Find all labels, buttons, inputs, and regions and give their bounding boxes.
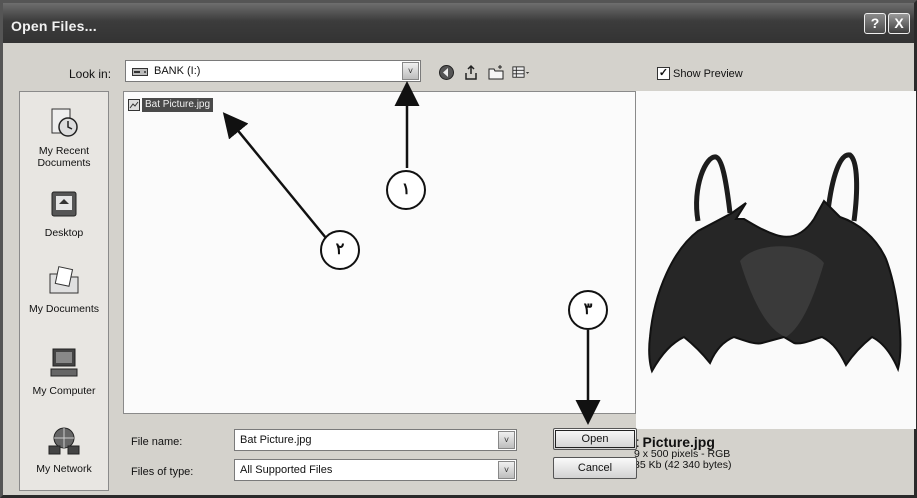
look-in-dropdown[interactable]: BANK (I:) ˅ bbox=[125, 60, 421, 82]
look-in-label: Look in: bbox=[69, 67, 112, 81]
places-item-recent-documents[interactable]: My Recent Documents bbox=[20, 106, 108, 169]
file-name: Bat Picture.jpg bbox=[142, 97, 214, 112]
my-documents-icon bbox=[49, 266, 79, 294]
open-button[interactable]: Open bbox=[553, 428, 637, 450]
checkbox-mark[interactable]: ✓ bbox=[657, 67, 670, 80]
file-name-dropdown-arrow[interactable]: ˅ bbox=[498, 431, 515, 449]
callout-1: ١ bbox=[386, 170, 426, 210]
file-list[interactable]: Bat Picture.jpg bbox=[123, 91, 636, 414]
places-label: My Computer bbox=[32, 385, 96, 397]
dialog-title: Open Files... bbox=[11, 18, 97, 34]
file-name-field[interactable]: Bat Picture.jpg ˅ bbox=[234, 429, 517, 451]
open-files-dialog: Open Files... ? X Look in: BANK (I:) ˅ ✓… bbox=[0, 0, 917, 498]
up-folder-icon[interactable] bbox=[462, 63, 481, 82]
cancel-button[interactable]: Cancel bbox=[553, 457, 637, 479]
preview-info: t Picture.jpg 9 x 500 pixels - RGB 35 Kb… bbox=[634, 435, 731, 471]
close-button[interactable]: X bbox=[888, 13, 910, 34]
files-of-type-value: All Supported Files bbox=[240, 464, 333, 476]
show-preview-label: Show Preview bbox=[673, 67, 743, 80]
new-folder-icon[interactable] bbox=[487, 63, 506, 82]
my-computer-icon bbox=[50, 348, 78, 377]
image-file-icon bbox=[128, 98, 140, 111]
places-item-desktop[interactable]: Desktop bbox=[20, 188, 108, 239]
preview-pane bbox=[636, 91, 916, 429]
desktop-icon bbox=[51, 191, 77, 217]
places-label: My Documents bbox=[28, 303, 100, 315]
file-name-value[interactable]: Bat Picture.jpg bbox=[240, 434, 312, 446]
my-network-icon bbox=[48, 427, 80, 455]
files-of-type-label: Files of type: bbox=[131, 466, 194, 478]
recent-documents-icon bbox=[51, 108, 78, 137]
files-of-type-dropdown-arrow[interactable]: ˅ bbox=[498, 461, 515, 479]
places-label: My Network bbox=[36, 463, 92, 475]
places-bar: My Recent Documents Desktop My Documents bbox=[19, 91, 109, 491]
callout-3: ٣ bbox=[568, 290, 608, 330]
places-item-my-network[interactable]: My Network bbox=[20, 424, 108, 475]
back-icon[interactable] bbox=[437, 63, 456, 82]
look-in-dropdown-arrow[interactable]: ˅ bbox=[402, 62, 419, 80]
preview-file-size: 35 Kb (42 340 bytes) bbox=[634, 459, 732, 471]
help-button[interactable]: ? bbox=[864, 13, 886, 34]
places-item-my-documents[interactable]: My Documents bbox=[20, 264, 108, 315]
file-item-bat-picture[interactable]: Bat Picture.jpg bbox=[128, 97, 214, 112]
views-menu-icon[interactable] bbox=[512, 63, 531, 82]
places-item-my-computer[interactable]: My Computer bbox=[20, 346, 108, 397]
title-bar[interactable]: Open Files... ? X bbox=[3, 3, 914, 43]
look-in-value: BANK (I:) bbox=[154, 65, 201, 77]
places-label: Desktop bbox=[44, 227, 84, 239]
files-of-type-dropdown[interactable]: All Supported Files ˅ bbox=[234, 459, 517, 481]
callout-2: ٢ bbox=[320, 230, 360, 270]
show-preview-checkbox[interactable]: ✓ Show Preview bbox=[657, 67, 743, 80]
bat-preview-image bbox=[648, 152, 902, 374]
file-name-label: File name: bbox=[131, 436, 183, 448]
navigation-toolbar bbox=[437, 61, 531, 83]
preview-file-name: t Picture.jpg bbox=[634, 434, 715, 450]
drive-icon bbox=[132, 68, 148, 76]
places-label: My Recent Documents bbox=[37, 145, 91, 169]
